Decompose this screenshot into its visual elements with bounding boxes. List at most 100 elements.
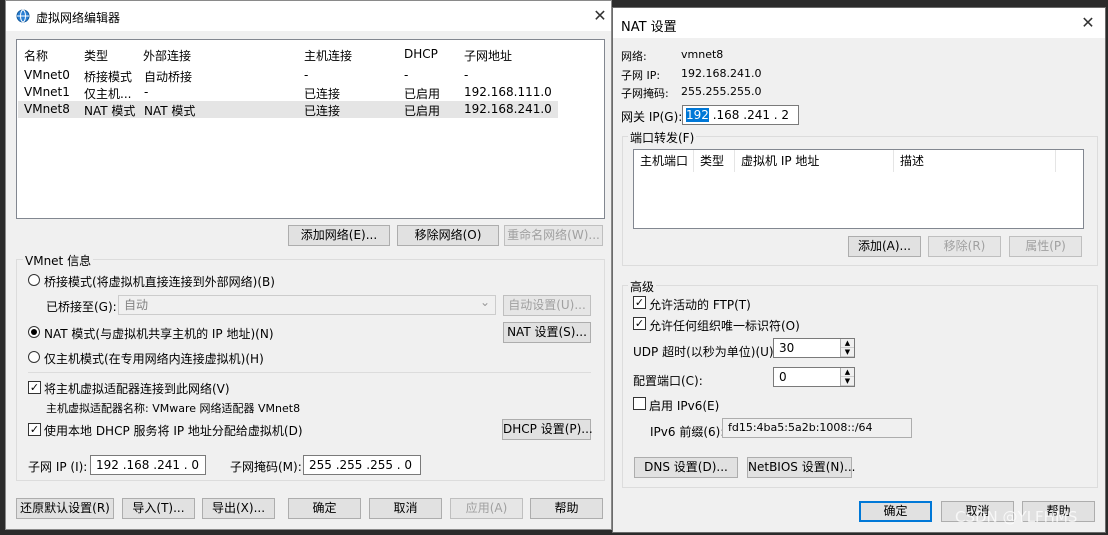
table-row[interactable]: VMnet1 仅主机... - 已连接 已启用 192.168.111.0 xyxy=(18,84,604,101)
ok-button[interactable]: 确定 xyxy=(288,498,361,519)
host-only-label[interactable]: 仅主机模式(在专用网络内连接虚拟机)(H) xyxy=(44,350,264,367)
subnet-mask-input[interactable]: 255 .255 .255 . 0 xyxy=(303,455,421,475)
restore-defaults-button[interactable]: 还原默认设置(R) xyxy=(16,498,114,519)
use-dhcp-label[interactable]: 使用本地 DHCP 服务将 IP 地址分配给虚拟机(D) xyxy=(44,422,303,439)
nat-ok-button[interactable]: 确定 xyxy=(859,501,932,522)
config-port-input[interactable]: 0 ▲ ▼ xyxy=(773,367,855,387)
title-bar: 虚拟网络编辑器 ✕ xyxy=(6,1,611,31)
use-dhcp-checkbox[interactable]: ✓ xyxy=(28,423,41,436)
connect-adapter-label[interactable]: 将主机虚拟适配器连接到此网络(V) xyxy=(44,380,230,397)
row-cell: 192.168.111.0 xyxy=(464,85,552,99)
subnet-mask-value: 255.255.255.0 xyxy=(681,85,762,98)
virtual-network-editor-window: 虚拟网络编辑器 ✕ 名称 类型 外部连接 主机连接 DHCP 子网地址 VMne… xyxy=(5,0,612,530)
add-network-button[interactable]: 添加网络(E)... xyxy=(288,225,390,246)
network-value: vmnet8 xyxy=(681,48,724,61)
import-button[interactable]: 导入(T)... xyxy=(122,498,195,519)
auto-settings-button[interactable]: 自动设置(U)... xyxy=(503,295,591,316)
export-button[interactable]: 导出(X)... xyxy=(202,498,275,519)
dns-settings-button[interactable]: DNS 设置(D)... xyxy=(634,457,738,478)
row-cell: 已连接 xyxy=(304,104,341,118)
bridged-to-value: 自动 xyxy=(124,298,149,312)
arrow-up-icon[interactable]: ▲ xyxy=(841,339,854,348)
connect-adapter-checkbox[interactable]: ✓ xyxy=(28,381,41,394)
bridged-to-select[interactable]: 自动 ⌄ xyxy=(118,295,496,315)
row-cell: 桥接模式 xyxy=(84,70,133,84)
nat-window-title: NAT 设置 xyxy=(621,20,677,35)
bridge-mode-label[interactable]: 桥接模式(将虚拟机直接连接到外部网络)(B) xyxy=(44,273,275,290)
cancel-button[interactable]: 取消 xyxy=(369,498,442,519)
host-only-radio[interactable] xyxy=(28,351,40,363)
add-port-button[interactable]: 添加(A)... xyxy=(848,236,921,257)
properties-button[interactable]: 属性(P) xyxy=(1009,236,1082,257)
config-port-value: 0 xyxy=(779,370,787,384)
udp-timeout-label: UDP 超时(以秒为单位)(U): xyxy=(633,345,778,359)
pf-column-vm-ip[interactable]: 虚拟机 IP 地址 xyxy=(735,150,894,172)
port-forwarding-label: 端口转发(F) xyxy=(628,129,697,146)
enable-ipv6-label[interactable]: 启用 IPv6(E) xyxy=(649,397,719,414)
dhcp-settings-button[interactable]: DHCP 设置(P)... xyxy=(502,419,593,440)
bridge-mode-radio[interactable] xyxy=(28,274,40,286)
network-list[interactable]: 名称 类型 外部连接 主机连接 DHCP 子网地址 VMnet0 桥接模式 自动… xyxy=(16,39,605,219)
column-header-external[interactable]: 外部连接 xyxy=(143,47,191,64)
close-icon[interactable]: ✕ xyxy=(589,5,611,27)
rename-network-button[interactable]: 重命名网络(W)... xyxy=(504,225,603,246)
apply-button[interactable]: 应用(A) xyxy=(450,498,523,519)
subnet-ip-value: 192.168.241.0 xyxy=(681,67,762,80)
network-globe-icon xyxy=(16,9,30,23)
nat-mode-radio[interactable] xyxy=(28,326,40,338)
allow-org-id-label[interactable]: 允许任何组织唯一标识符(O) xyxy=(649,317,800,334)
pf-column-description[interactable]: 描述 xyxy=(894,150,1056,172)
table-row-selected[interactable]: VMnet8 NAT 模式 NAT 模式 已连接 已启用 192.168.241… xyxy=(18,101,558,118)
gateway-ip-selected-octet: 192 xyxy=(686,108,709,122)
udp-timeout-spinner[interactable]: ▲ ▼ xyxy=(840,339,854,357)
close-icon[interactable]: ✕ xyxy=(1077,12,1099,34)
row-cell: 已启用 xyxy=(404,104,441,118)
ipv6-prefix-label: IPv6 前缀(6): xyxy=(650,425,725,439)
row-cell: 自动桥接 xyxy=(144,70,193,84)
row-cell: NAT 模式 xyxy=(144,104,196,118)
column-header-type[interactable]: 类型 xyxy=(84,47,108,64)
pf-column-host-port[interactable]: 主机端口 xyxy=(634,150,694,172)
row-cell: VMnet8 xyxy=(24,102,70,116)
bridged-to-label: 已桥接至(G): xyxy=(46,300,117,314)
subnet-ip-input[interactable]: 192 .168 .241 . 0 xyxy=(90,455,206,475)
gateway-ip-rest: .168 .241 . 2 xyxy=(708,108,790,122)
row-cell: NAT 模式 xyxy=(84,104,136,118)
allow-ftp-label[interactable]: 允许活动的 FTP(T) xyxy=(649,296,751,313)
arrow-down-icon[interactable]: ▼ xyxy=(841,377,854,386)
adapter-name-text: 主机虚拟适配器名称: VMware 网络适配器 VMnet8 xyxy=(46,402,301,415)
row-cell: 192.168.241.0 xyxy=(464,102,552,116)
subnet-ip-label: 子网 IP: xyxy=(621,69,661,82)
column-header-name[interactable]: 名称 xyxy=(24,47,48,64)
remove-network-button[interactable]: 移除网络(O) xyxy=(397,225,499,246)
nat-mode-label[interactable]: NAT 模式(与虚拟机共享主机的 IP 地址)(N) xyxy=(44,325,274,342)
row-cell: - xyxy=(404,68,409,82)
network-label: 网络: xyxy=(621,50,647,63)
table-row[interactable]: VMnet0 桥接模式 自动桥接 - - - xyxy=(18,67,604,84)
row-cell: VMnet1 xyxy=(24,85,70,99)
subnet-ip-label: 子网 IP (I): xyxy=(28,460,88,474)
enable-ipv6-checkbox[interactable] xyxy=(633,397,646,410)
udp-timeout-input[interactable]: 30 ▲ ▼ xyxy=(773,338,855,358)
nat-settings-button[interactable]: NAT 设置(S)... xyxy=(503,322,591,343)
pf-column-type[interactable]: 类型 xyxy=(694,150,735,172)
column-header-host[interactable]: 主机连接 xyxy=(304,47,352,64)
config-port-spinner[interactable]: ▲ ▼ xyxy=(840,368,854,386)
gateway-ip-input[interactable]: 192 .168 .241 . 2 xyxy=(682,105,799,125)
subnet-mask-label: 子网掩码(M): xyxy=(230,460,302,474)
remove-port-button[interactable]: 移除(R) xyxy=(928,236,1001,257)
gateway-ip-label: 网关 IP(G): xyxy=(621,110,683,124)
allow-org-id-checkbox[interactable]: ✓ xyxy=(633,317,646,330)
arrow-up-icon[interactable]: ▲ xyxy=(841,368,854,377)
ipv6-prefix-input[interactable]: fd15:4ba5:5a2b:1008::/64 xyxy=(722,418,912,438)
column-header-subnet[interactable]: 子网地址 xyxy=(464,47,512,64)
allow-ftp-checkbox[interactable]: ✓ xyxy=(633,296,646,309)
arrow-down-icon[interactable]: ▼ xyxy=(841,348,854,357)
netbios-settings-button[interactable]: NetBIOS 设置(N)... xyxy=(747,457,856,478)
help-button[interactable]: 帮助 xyxy=(530,498,603,519)
vmnet-info-label: VMnet 信息 xyxy=(23,252,94,269)
row-cell: 已连接 xyxy=(304,87,341,101)
column-header-dhcp[interactable]: DHCP xyxy=(404,47,438,61)
port-forwarding-list[interactable]: 主机端口 类型 虚拟机 IP 地址 描述 xyxy=(633,149,1084,229)
nat-settings-window: NAT 设置 ✕ 网络: vmnet8 子网 IP: 192.168.241.0… xyxy=(612,7,1106,533)
